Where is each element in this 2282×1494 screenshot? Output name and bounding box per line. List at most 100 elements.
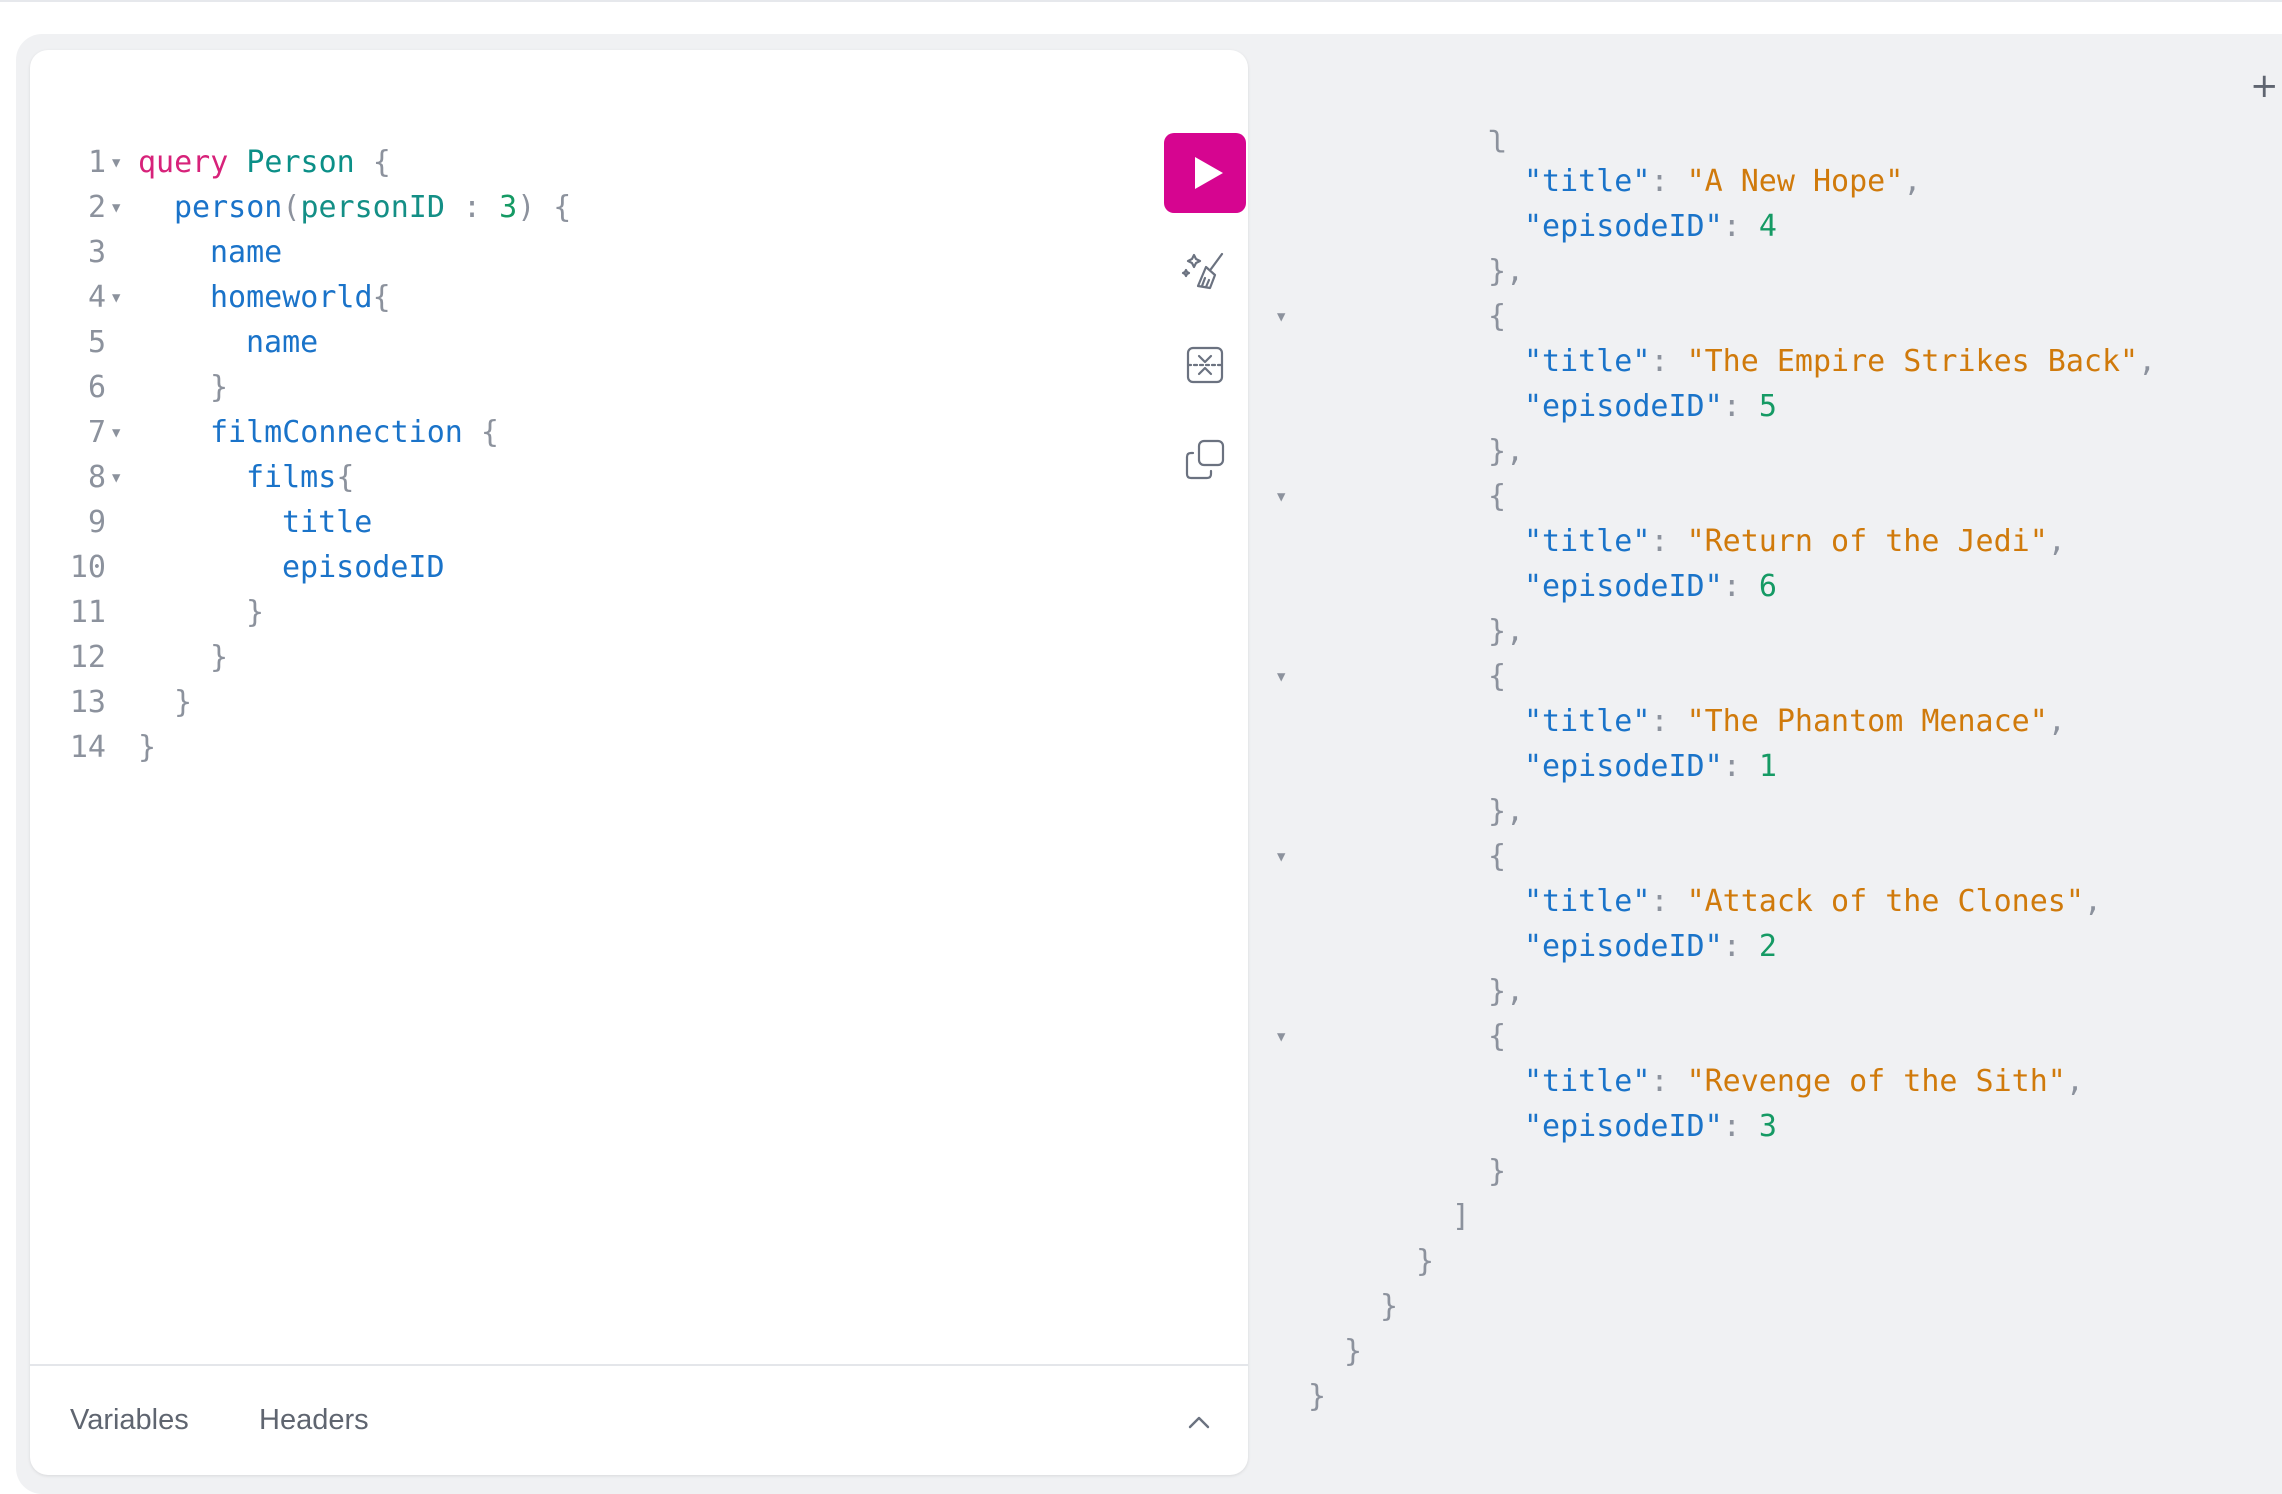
toggle-editor-tools-button[interactable] <box>1182 1406 1216 1440</box>
code-text: query Person { <box>138 140 391 185</box>
line-number: 1 <box>87 145 106 180</box>
result-line: } <box>1270 1284 2230 1329</box>
code-token: "title" <box>1524 524 1651 559</box>
result-line: }, <box>1270 609 2230 654</box>
line-number: 5 <box>87 325 106 360</box>
code-token: : <box>1722 1109 1759 1144</box>
merge-fragments-button[interactable] <box>1180 340 1230 390</box>
editor-line: 8 ▼ films{ <box>30 455 1130 500</box>
code-text: films{ <box>246 455 354 500</box>
code-token: , <box>2047 524 2066 559</box>
code-token: 1 <box>1758 749 1777 784</box>
code-token: { <box>354 145 391 180</box>
code-text: "episodeID": 4 <box>1524 204 1777 249</box>
code-text: } <box>1416 1239 1434 1284</box>
line-number: 9 <box>87 505 106 540</box>
code-token: : <box>1722 389 1759 424</box>
code-token: , <box>1903 164 1922 199</box>
fold-toggle-icon[interactable]: ▼ <box>112 141 120 186</box>
copy-query-button[interactable] <box>1180 435 1230 485</box>
code-token: "episodeID" <box>1524 389 1723 424</box>
tab-variables[interactable]: Variables <box>70 1404 189 1437</box>
code-token: } <box>1488 1154 1507 1189</box>
code-token: "title" <box>1524 344 1651 379</box>
result-line: ▼{ <box>1270 1014 2230 1059</box>
add-tab-button[interactable]: + <box>2250 66 2279 106</box>
fold-toggle-icon[interactable]: ▼ <box>1277 835 1285 880</box>
prettify-button[interactable] <box>1180 245 1230 295</box>
code-text: title <box>282 500 372 545</box>
tab-headers[interactable]: Headers <box>259 1404 369 1437</box>
code-token: : <box>1650 164 1687 199</box>
code-token: "The Phantom Menace" <box>1686 704 2048 739</box>
code-text: "episodeID": 1 <box>1524 744 1777 789</box>
result-line: "title": "Return of the Jedi", <box>1270 519 2230 564</box>
code-token: }, <box>1488 794 1525 829</box>
code-token: } <box>138 730 157 765</box>
line-number: 4 <box>87 280 106 315</box>
fold-toggle-icon[interactable]: ▼ <box>1277 295 1285 340</box>
code-token: { <box>1488 479 1507 514</box>
code-token: "episodeID" <box>1524 749 1723 784</box>
code-token: "title" <box>1524 884 1651 919</box>
code-token: : <box>1650 704 1687 739</box>
result-line: }, <box>1270 249 2230 294</box>
result-line: "title": "Attack of the Clones", <box>1270 879 2230 924</box>
code-token: }, <box>1488 254 1525 289</box>
line-number: 11 <box>69 595 106 630</box>
result-line: } <box>1270 1149 2230 1194</box>
code-text: } <box>1344 1329 1362 1374</box>
code-text: { <box>1488 654 1506 699</box>
code-text: name <box>246 320 318 365</box>
fold-toggle-icon[interactable]: ▼ <box>112 186 120 231</box>
result-line: ▼{ <box>1270 654 2230 699</box>
code-token: name <box>210 235 283 270</box>
code-token: 2 <box>1758 929 1777 964</box>
code-token: 4 <box>1758 209 1777 244</box>
editor-line: 11} <box>30 590 1130 635</box>
code-token: } <box>210 370 229 405</box>
magic-broom-icon <box>1181 252 1224 290</box>
code-token: { <box>1488 839 1507 874</box>
run-query-button[interactable] <box>1164 133 1246 213</box>
code-text: "title": "Return of the Jedi", <box>1524 519 2066 564</box>
fold-toggle-icon[interactable]: ▼ <box>112 456 120 501</box>
fold-toggle-icon[interactable]: ▼ <box>1277 1015 1285 1060</box>
code-token: }, <box>1488 614 1525 649</box>
fold-toggle-icon[interactable]: ▼ <box>1277 475 1285 520</box>
code-text: } <box>1488 1149 1506 1194</box>
code-token: } <box>1308 1379 1327 1414</box>
code-token: }, <box>1488 974 1525 1009</box>
code-token: : <box>1722 209 1759 244</box>
line-number: 14 <box>69 730 106 765</box>
code-token: ) { <box>517 190 572 225</box>
code-text: episodeID <box>282 545 445 590</box>
code-token: ( <box>282 190 301 225</box>
fold-toggle-icon[interactable]: ▼ <box>112 276 120 321</box>
code-text: } <box>138 725 156 770</box>
code-text: }, <box>1488 249 1524 294</box>
code-text: }, <box>1488 969 1524 1014</box>
code-text: "episodeID": 5 <box>1524 384 1777 429</box>
line-number: 6 <box>87 370 106 405</box>
merge-fragments-icon <box>1186 346 1224 384</box>
code-token: "A New Hope" <box>1686 164 1904 199</box>
code-token: : <box>1722 569 1759 604</box>
result-line: ] <box>1270 1194 2230 1239</box>
result-line: "episodeID": 1 <box>1270 744 2230 789</box>
result-line: }, <box>1270 789 2230 834</box>
code-token: { <box>336 460 355 495</box>
code-token: "title" <box>1524 1064 1651 1099</box>
result-line: "episodeID": 4 <box>1270 204 2230 249</box>
fold-toggle-icon[interactable]: ▼ <box>1277 655 1285 700</box>
fold-toggle-icon[interactable]: ▼ <box>112 411 120 456</box>
code-token: : <box>1650 524 1687 559</box>
result-line: "episodeID": 3 <box>1270 1104 2230 1149</box>
code-token: } <box>210 640 229 675</box>
result-line: "episodeID": 6 <box>1270 564 2230 609</box>
code-token: 3 <box>1758 1109 1777 1144</box>
code-text: } <box>1380 1284 1398 1329</box>
code-text: "title": "Revenge of the Sith", <box>1524 1059 2084 1104</box>
code-text: } <box>210 365 228 410</box>
code-token: query <box>138 145 229 180</box>
